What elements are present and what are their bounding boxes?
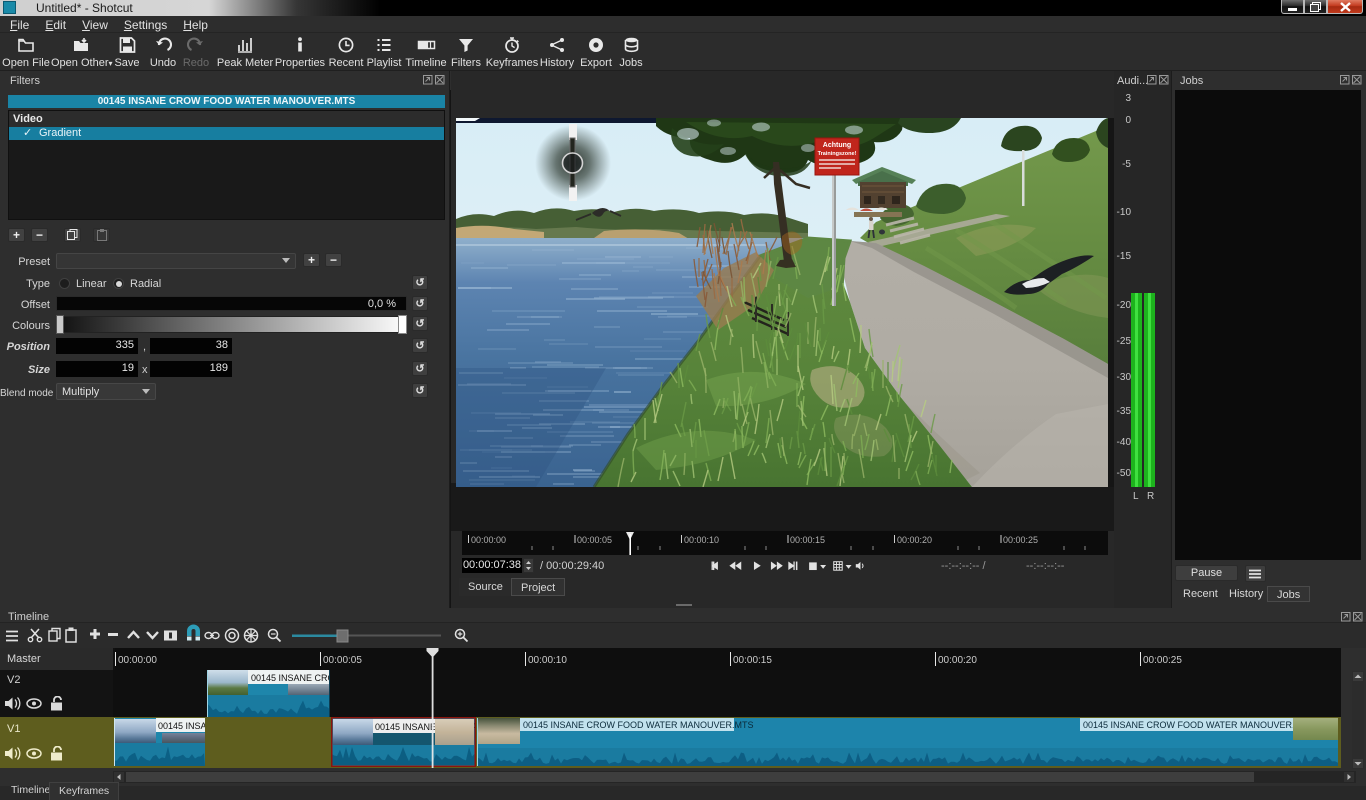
svg-text:00:00:10: 00:00:10 xyxy=(528,655,567,666)
svg-text:3: 3 xyxy=(1125,93,1131,104)
svg-text:00:00:00: 00:00:00 xyxy=(471,535,506,545)
svg-text:00145 INSANE CROW: 00145 INSANE CROW xyxy=(251,673,330,683)
svg-text:00:00:00: 00:00:00 xyxy=(118,655,157,666)
svg-text:-20: -20 xyxy=(1117,300,1132,311)
svg-text:-5: -5 xyxy=(1122,159,1131,170)
svg-text:Trainingszone!: Trainingszone! xyxy=(818,151,857,157)
svg-text:00:00:15: 00:00:15 xyxy=(733,655,772,666)
svg-text:00:00:05: 00:00:05 xyxy=(323,655,362,666)
svg-text:00:00:25: 00:00:25 xyxy=(1143,655,1182,666)
svg-text:00:00:20: 00:00:20 xyxy=(897,535,932,545)
svg-text:-10: -10 xyxy=(1117,207,1132,218)
svg-text:00:00:20: 00:00:20 xyxy=(938,655,977,666)
svg-text:00145 INSA: 00145 INSA xyxy=(158,721,205,731)
svg-text:00145 INSANE CROW FOOD WATER M: 00145 INSANE CROW FOOD WATER MANOUVER.MT… xyxy=(523,720,754,730)
svg-text:-40: -40 xyxy=(1117,437,1132,448)
svg-text:R: R xyxy=(1147,491,1154,502)
svg-text:-15: -15 xyxy=(1117,251,1132,262)
svg-text:Achtung: Achtung xyxy=(823,142,851,149)
svg-text:00145 INSANE CROW FOOD WATER M: 00145 INSANE CROW FOOD WATER MANOUVER.MT… xyxy=(1083,720,1314,730)
svg-text:-35: -35 xyxy=(1117,406,1132,417)
svg-text:00:00:15: 00:00:15 xyxy=(790,535,825,545)
svg-text:00:00:05: 00:00:05 xyxy=(577,535,612,545)
svg-text:00:00:25: 00:00:25 xyxy=(1003,535,1038,545)
svg-text:00:00:10: 00:00:10 xyxy=(684,535,719,545)
svg-text:-50: -50 xyxy=(1117,468,1132,479)
svg-text:L: L xyxy=(1133,491,1139,502)
svg-text:0: 0 xyxy=(1125,115,1131,126)
svg-text:-30: -30 xyxy=(1117,372,1132,383)
svg-text:-25: -25 xyxy=(1117,336,1132,347)
